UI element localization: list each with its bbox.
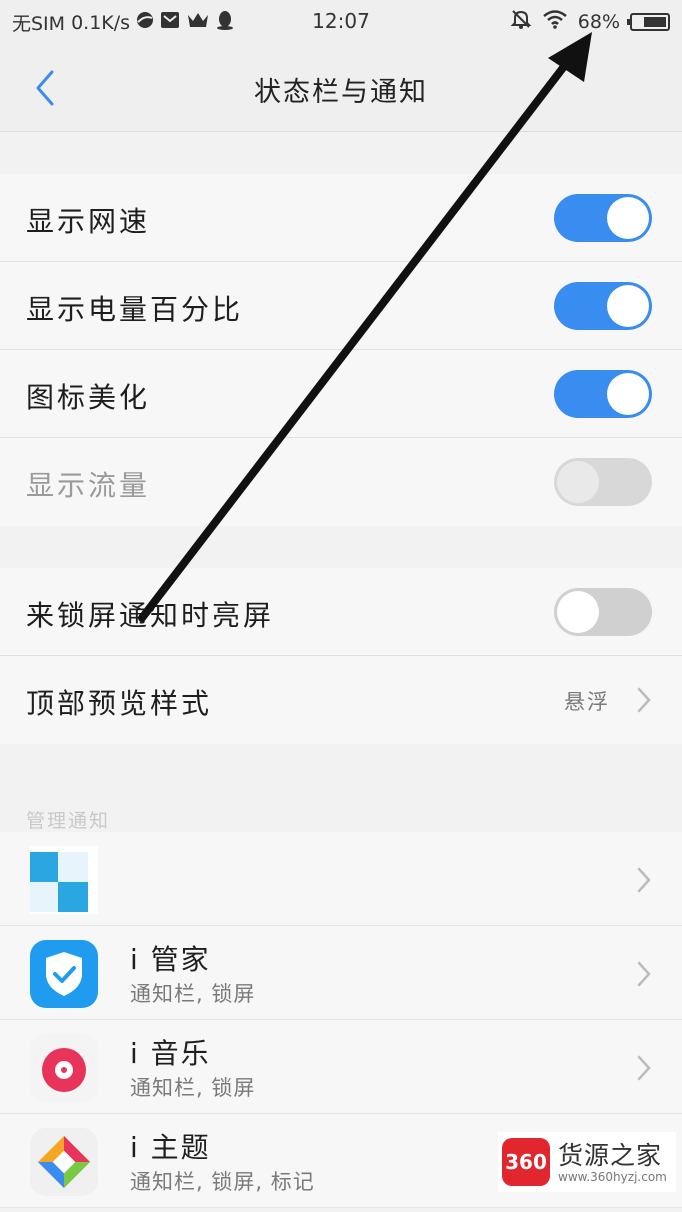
chevron-right-icon	[637, 961, 651, 987]
battery-percent-toggle[interactable]	[554, 282, 652, 330]
lockscreen-wake-toggle[interactable]	[554, 588, 652, 636]
setting-row-battery-percent[interactable]: 显示电量百分比	[0, 262, 682, 350]
icon-beautify-toggle[interactable]	[554, 370, 652, 418]
watermark-badge: 360	[502, 1138, 550, 1186]
app-notification-summary: 通知栏, 锁屏, 标记	[130, 1170, 315, 1194]
setting-label: 图标美化	[26, 381, 151, 414]
app-row-unknown[interactable]	[0, 832, 682, 926]
setting-label: 显示电量百分比	[26, 293, 244, 326]
app-icon-checker	[30, 846, 98, 914]
page-title: 状态栏与通知	[254, 77, 428, 108]
setting-label: 来锁屏通知时亮屏	[26, 599, 275, 632]
music-disc-icon	[30, 1034, 98, 1102]
setting-label: 顶部预览样式	[26, 687, 213, 720]
theme-diamond-icon	[30, 1128, 98, 1196]
setting-label: 显示网速	[26, 205, 151, 238]
wifi-icon	[542, 9, 568, 34]
setting-row-preview-style[interactable]: 顶部预览样式 悬浮	[0, 656, 682, 744]
manage-notifications-header: 管理通知	[26, 810, 111, 832]
app-notification-summary: 通知栏, 锁屏	[130, 982, 256, 1006]
app-name: i 主题	[130, 1131, 211, 1164]
app-row-iguanjia[interactable]: i 管家 通知栏, 锁屏	[0, 926, 682, 1020]
show-speed-toggle[interactable]	[554, 194, 652, 242]
setting-row-lockscreen-wake[interactable]: 来锁屏通知时亮屏	[0, 568, 682, 656]
preview-style-value: 悬浮	[564, 690, 610, 714]
app-row-imusic[interactable]: i 音乐 通知栏, 锁屏	[0, 1020, 682, 1114]
setting-row-show-traffic: 显示流量	[0, 438, 682, 526]
status-right: 68%	[510, 8, 670, 35]
status-bar-settings-group: 显示网速 显示电量百分比 图标美化 显示流量	[0, 174, 682, 526]
setting-label: 显示流量	[26, 469, 151, 502]
title-bar: 状态栏与通知	[0, 44, 682, 132]
shield-check-icon	[30, 940, 98, 1008]
battery-icon	[627, 12, 670, 31]
app-name: i 音乐	[130, 1037, 211, 1070]
notification-settings-group: 来锁屏通知时亮屏 顶部预览样式 悬浮	[0, 568, 682, 744]
watermark-url: www.360hyzj.com	[558, 1170, 667, 1184]
status-bar: 无SIM 0.1K/s 12:07 68%	[0, 0, 682, 44]
setting-row-show-speed[interactable]: 显示网速	[0, 174, 682, 262]
chevron-right-icon	[637, 867, 651, 893]
app-notification-summary: 通知栏, 锁屏	[130, 1076, 256, 1100]
watermark-name: 货源之家	[558, 1141, 663, 1170]
show-traffic-toggle	[554, 458, 652, 506]
app-name: i 管家	[130, 943, 211, 976]
chevron-right-icon	[637, 687, 651, 713]
watermark: 360 货源之家 www.360hyzj.com	[498, 1132, 676, 1192]
battery-percent: 68%	[577, 10, 620, 33]
mute-bell-icon	[510, 8, 532, 35]
chevron-right-icon	[637, 1055, 651, 1081]
setting-row-icon-beautify[interactable]: 图标美化	[0, 350, 682, 438]
